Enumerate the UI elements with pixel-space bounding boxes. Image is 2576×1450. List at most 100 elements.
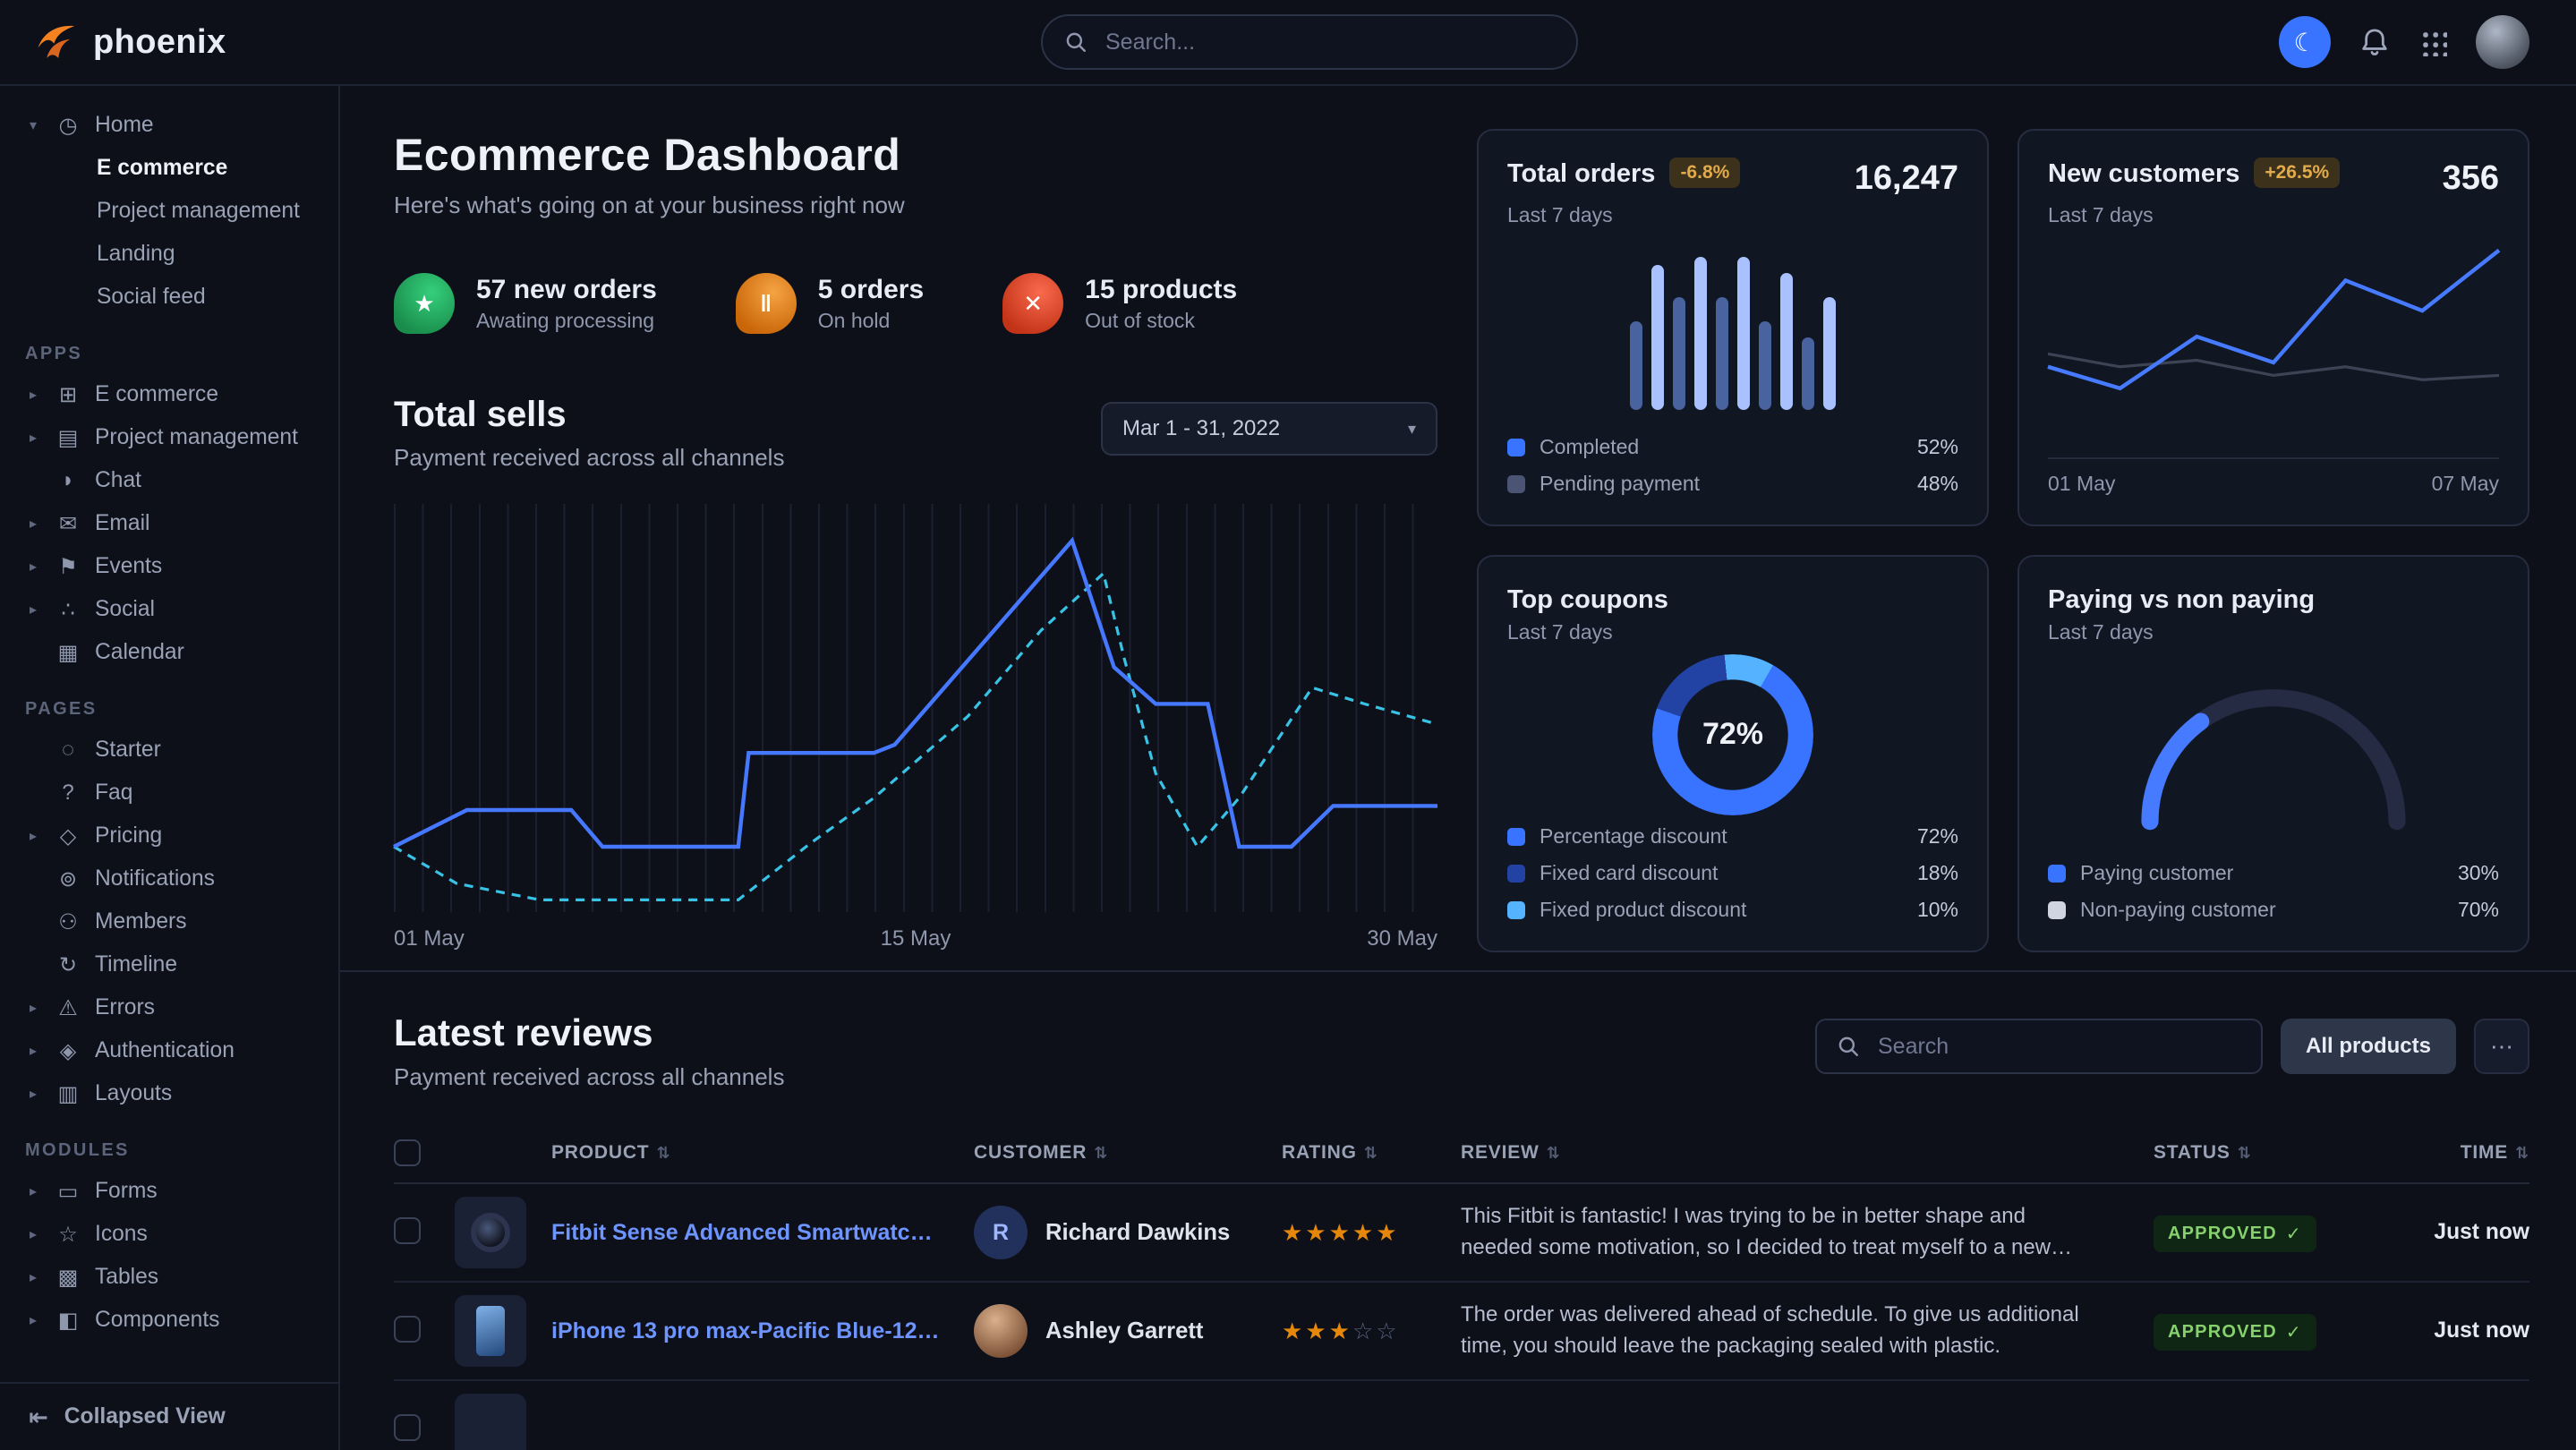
gauge-value-arc <box>2150 698 2397 822</box>
column-header-customer[interactable]: CUSTOMER⇅ <box>974 1142 1282 1164</box>
sidebar-item-events[interactable]: ▸ ⚑ Events <box>0 545 338 588</box>
reviews-subtitle: Payment received across all channels <box>394 1063 784 1091</box>
total-sells-subtitle: Payment received across all channels <box>394 444 784 472</box>
coupons-donut-chart: 72% <box>1507 644 1958 824</box>
sidebar-item-forms[interactable]: ▸ ▭ Forms <box>0 1170 338 1213</box>
apps-grid-button[interactable] <box>2418 28 2447 56</box>
row-checkbox[interactable] <box>394 1217 421 1244</box>
row-checkbox[interactable] <box>394 1414 421 1441</box>
sidebar-item-icons[interactable]: ▸ ☆ Icons <box>0 1213 338 1256</box>
legend-swatch <box>1507 901 1525 919</box>
sort-icon: ⇅ <box>1364 1144 1378 1163</box>
sidebar-item-label: Chat <box>95 468 141 493</box>
card-title: New customers <box>2048 159 2239 189</box>
column-header-time[interactable]: TIME⇅ <box>2379 1142 2529 1164</box>
tag-icon: ◇ <box>54 823 82 849</box>
top-coupons-card: Top coupons Last 7 days 72% Percentage d… <box>1477 555 1989 952</box>
sidebar-item-components[interactable]: ▸ ◧ Components <box>0 1299 338 1342</box>
sidebar-item-pricing[interactable]: ▸ ◇ Pricing <box>0 815 338 857</box>
brand-logo[interactable]: phoenix <box>32 19 340 65</box>
rating-stars: ★★★★★ <box>1282 1219 1461 1247</box>
current-line <box>2048 251 2499 388</box>
sidebar-item-email[interactable]: ▸ ✉ Email <box>0 502 338 545</box>
date-range-select[interactable]: Mar 1 - 31, 2022 ▾ <box>1101 402 1437 456</box>
select-all-checkbox[interactable] <box>394 1139 421 1166</box>
all-products-button[interactable]: All products <box>2281 1019 2456 1074</box>
notifications-button[interactable] <box>2359 27 2390 57</box>
reviews-search-input[interactable] <box>1874 1032 2241 1062</box>
sidebar-item-tables[interactable]: ▸ ▩ Tables <box>0 1256 338 1299</box>
sidebar-item-label: Pricing <box>95 823 162 849</box>
sidebar-item-members[interactable]: ⚇ Members <box>0 900 338 943</box>
customer-name: Richard Dawkins <box>1045 1220 1230 1246</box>
card-title: Paying vs non paying <box>2048 585 2315 615</box>
new-customers-x-axis: 01 May 07 May <box>2048 457 2499 496</box>
sidebar-item-ecommerce-app[interactable]: ▸ ⊞ E commerce <box>0 373 338 416</box>
sidebar-item-social[interactable]: ▸ ∴ Social <box>0 588 338 631</box>
reviews-search[interactable] <box>1815 1019 2263 1074</box>
star-badge-icon: ★ <box>394 273 455 334</box>
collapsed-view-toggle[interactable]: ⇤ Collapsed View <box>0 1382 338 1450</box>
card-title: Top coupons <box>1507 585 1668 615</box>
more-options-button[interactable]: ⋯ <box>2474 1019 2529 1074</box>
current-period-line <box>394 541 1437 847</box>
stat-label: Awating processing <box>476 309 657 333</box>
stat-value: 5 orders <box>818 275 924 305</box>
sidebar-item-calendar[interactable]: ▦ Calendar <box>0 631 338 674</box>
user-avatar[interactable] <box>2476 15 2529 69</box>
sidebar-item-faq[interactable]: ? Faq <box>0 772 338 815</box>
sidebar-section-apps: APPS <box>0 319 338 373</box>
sidebar-item-project-management-app[interactable]: ▸ ▤ Project management <box>0 416 338 459</box>
sidebar-subitem-ecommerce[interactable]: E commerce <box>0 147 338 190</box>
clipboard-icon: ▤ <box>54 425 82 451</box>
sidebar-item-errors[interactable]: ▸ ⚠ Errors <box>0 986 338 1029</box>
stat-orders-on-hold: ‖ 5 orders On hold <box>736 273 924 334</box>
sidebar-subitem-project-management[interactable]: Project management <box>0 190 338 233</box>
sidebar-item-layouts[interactable]: ▸ ▥ Layouts <box>0 1072 338 1115</box>
column-header-product[interactable]: PRODUCT⇅ <box>455 1142 974 1164</box>
search-input[interactable] <box>1102 28 1555 57</box>
product-link[interactable]: iPhone 13 pro max-Pacific Blue-128GB sto… <box>551 1318 945 1344</box>
legend-label: Fixed card discount <box>1540 861 1718 885</box>
sidebar-item-label: Email <box>95 511 150 536</box>
row-checkbox[interactable] <box>394 1316 421 1343</box>
grid-dots-icon <box>2418 28 2447 56</box>
chevron-right-icon: ▸ <box>25 1311 41 1329</box>
calendar-icon: ▦ <box>54 640 82 666</box>
sidebar-item-label: Events <box>95 554 162 579</box>
stat-label: Out of stock <box>1085 309 1237 333</box>
orders-bar-chart <box>1507 227 1958 435</box>
sort-icon: ⇅ <box>1094 1144 1108 1163</box>
x-tick: 15 May <box>881 926 951 951</box>
card-title: Total orders <box>1507 159 1655 189</box>
column-header-status[interactable]: STATUS⇅ <box>2154 1142 2379 1164</box>
sidebar-subitem-social-feed[interactable]: Social feed <box>0 276 338 319</box>
sidebar-item-label: Project management <box>95 425 298 450</box>
warning-icon: ⚠ <box>54 995 82 1021</box>
dark-mode-toggle[interactable]: ☾ <box>2279 16 2331 68</box>
product-link[interactable]: Fitbit Sense Advanced Smartwatch with To… <box>551 1220 945 1246</box>
sidebar-item-authentication[interactable]: ▸ ◈ Authentication <box>0 1029 338 1072</box>
sidebar-item-chat[interactable]: ◗ Chat <box>0 459 338 502</box>
sidebar-item-starter[interactable]: ◌ Starter <box>0 729 338 772</box>
brand-name: phoenix <box>93 23 226 62</box>
sidebar-item-label: Forms <box>95 1179 158 1204</box>
sidebar-item-home[interactable]: ▾ ◷ Home <box>0 104 338 147</box>
product-thumbnail <box>455 1197 526 1268</box>
column-header-rating[interactable]: RATING⇅ <box>1282 1142 1461 1164</box>
legend-swatch <box>2048 901 2066 919</box>
chevron-right-icon: ▸ <box>25 827 41 845</box>
sidebar-item-notifications[interactable]: ⊚ Notifications <box>0 857 338 900</box>
components-icon: ◧ <box>54 1308 82 1334</box>
sidebar-subitem-landing[interactable]: Landing <box>0 233 338 276</box>
sort-icon: ⇅ <box>2238 1144 2252 1163</box>
layout-icon: ▥ <box>54 1081 82 1107</box>
star-icon: ☆ <box>54 1222 82 1248</box>
sidebar-item-label: Notifications <box>95 866 215 891</box>
global-search[interactable] <box>1041 14 1578 70</box>
sidebar-item-label: Home <box>95 113 154 138</box>
sidebar-item-timeline[interactable]: ↻ Timeline <box>0 943 338 986</box>
phoenix-logo-icon <box>32 19 79 65</box>
column-header-review[interactable]: REVIEW⇅ <box>1461 1142 2154 1164</box>
table-row: Fitbit Sense Advanced Smartwatch with To… <box>394 1184 2529 1283</box>
